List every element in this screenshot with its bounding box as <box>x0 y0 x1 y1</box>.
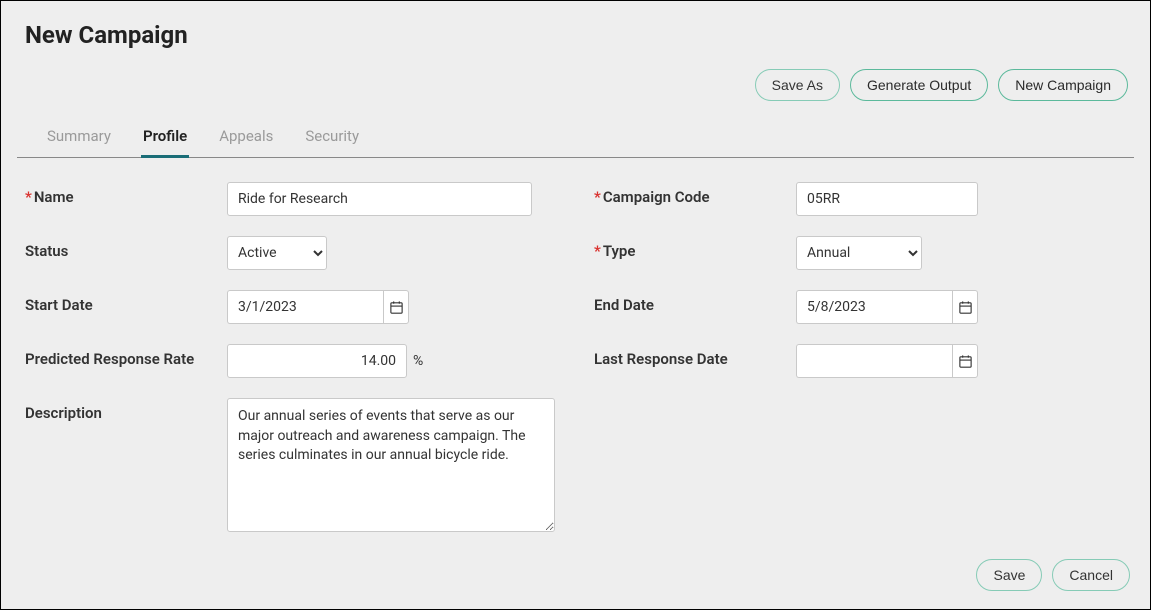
start-date-label: Start Date <box>25 290 195 314</box>
tab-profile[interactable]: Profile <box>141 119 189 158</box>
calendar-icon <box>389 300 404 315</box>
calendar-icon <box>958 354 973 369</box>
form-grid: Name Campaign Code Status Active Type An… <box>17 182 1134 532</box>
tab-appeals[interactable]: Appeals <box>217 119 275 158</box>
type-select[interactable]: Annual <box>796 236 922 270</box>
top-action-bar: Save As Generate Output New Campaign <box>17 69 1134 101</box>
tab-summary[interactable]: Summary <box>45 119 113 158</box>
campaign-form-panel: New Campaign Save As Generate Output New… <box>1 1 1150 609</box>
description-label: Description <box>25 398 195 422</box>
last-response-date-picker-button[interactable] <box>952 344 978 378</box>
footer-action-bar: Save Cancel <box>976 559 1130 591</box>
predicted-rate-input[interactable] <box>227 344 407 378</box>
status-select[interactable]: Active <box>227 236 327 270</box>
tab-bar: Summary Profile Appeals Security <box>17 119 1134 158</box>
campaign-code-input[interactable] <box>796 182 978 216</box>
type-label: Type <box>594 236 764 260</box>
calendar-icon <box>958 300 973 315</box>
percent-symbol: % <box>413 353 423 369</box>
generate-output-button[interactable]: Generate Output <box>850 69 988 101</box>
description-textarea[interactable] <box>227 398 555 532</box>
page-title: New Campaign <box>17 21 1134 49</box>
cancel-button[interactable]: Cancel <box>1052 559 1130 591</box>
campaign-code-label: Campaign Code <box>594 182 764 206</box>
start-date-input[interactable] <box>227 290 383 324</box>
end-date-input[interactable] <box>796 290 952 324</box>
status-label: Status <box>25 236 195 260</box>
start-date-picker-button[interactable] <box>383 290 409 324</box>
last-response-date-input[interactable] <box>796 344 952 378</box>
save-button[interactable]: Save <box>976 559 1042 591</box>
name-input[interactable] <box>227 182 532 216</box>
name-label: Name <box>25 182 195 206</box>
last-response-date-label: Last Response Date <box>594 344 764 368</box>
tab-security[interactable]: Security <box>303 119 361 158</box>
new-campaign-button[interactable]: New Campaign <box>998 69 1128 101</box>
end-date-picker-button[interactable] <box>952 290 978 324</box>
end-date-label: End Date <box>594 290 764 314</box>
predicted-rate-label: Predicted Response Rate <box>25 344 195 370</box>
save-as-button[interactable]: Save As <box>755 69 840 101</box>
